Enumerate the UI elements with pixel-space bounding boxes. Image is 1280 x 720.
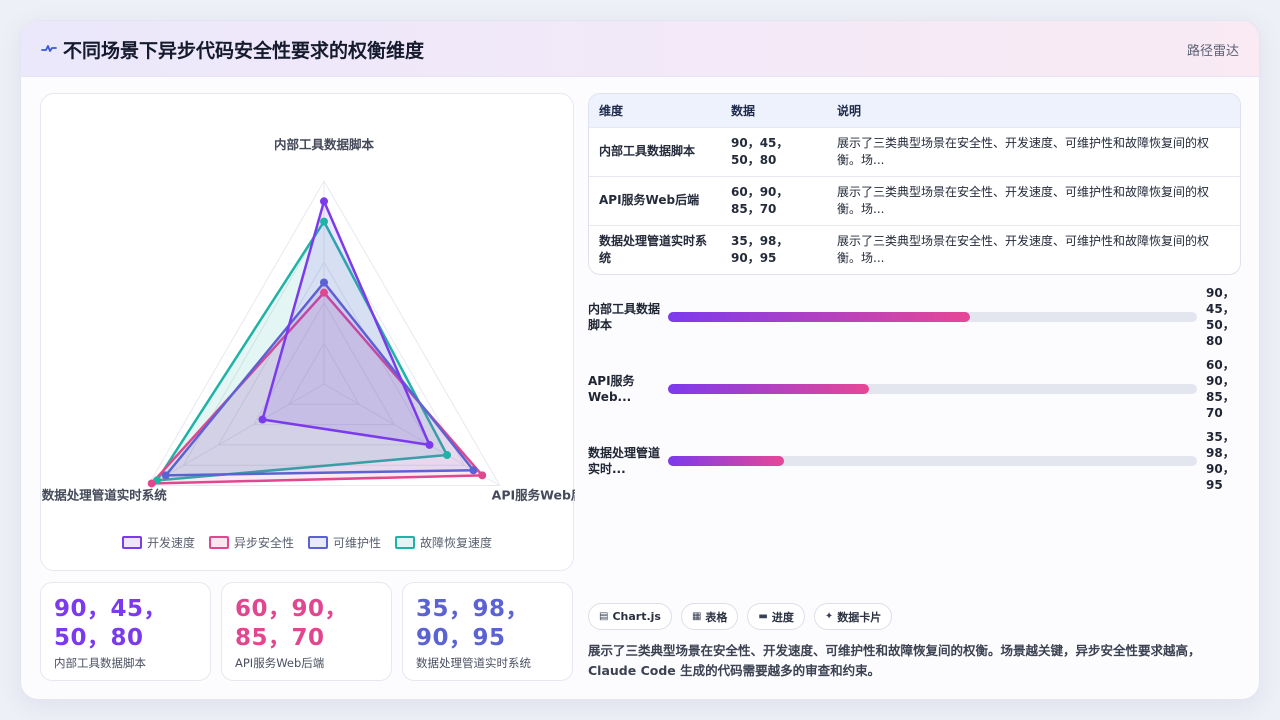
radar-point	[320, 288, 328, 297]
progress-value: 35， 98， 90， 95	[1206, 430, 1235, 492]
progress-track	[668, 456, 1197, 466]
radar-point	[443, 451, 452, 460]
progress-fill	[668, 384, 870, 394]
table-header-row: 维度 数据 说明	[589, 94, 1240, 127]
progress-row: 数据处理管道实时... 35， 98， 90， 95	[588, 429, 1241, 493]
kpi-card: 35，98，90，95 数据处理管道实时系统	[402, 582, 573, 681]
chip-label: 数据卡片	[837, 610, 882, 624]
kpi-value: 60，90，85，70	[235, 596, 349, 651]
progress-track	[668, 312, 1197, 322]
header: 不同场景下异步代码安全性要求的权衡维度 路径雷达	[21, 21, 1259, 77]
chart-description: 展示了三类典型场景在安全性、开发速度、可维护性和故障恢复间的权衡。场景越关键，异…	[588, 643, 1201, 678]
chip-label: 进度	[771, 610, 794, 624]
legend-item[interactable]: 异步安全性	[208, 534, 294, 551]
legend-swatch	[121, 536, 142, 549]
chip-label: 表格	[705, 610, 728, 624]
kpi-value: 90，45，50，80	[54, 596, 168, 651]
progress-row: 内部工具数据脚本 90， 45， 50， 80	[588, 285, 1241, 349]
legend-item[interactable]: 开发速度	[121, 534, 195, 551]
table-row: 数据处理管道实时系统 35，98，90，95 展示了三类典型场景在安全性、开发速…	[589, 225, 1240, 274]
progress-icon: ▬	[758, 611, 768, 622]
kpi-card: 60，90，85，70 API服务Web后端	[221, 582, 392, 681]
cell-data: 90，45，50，80	[731, 135, 789, 167]
cell-dimension: 数据处理管道实时系统	[599, 233, 708, 265]
progress-fill	[668, 312, 970, 322]
column-header-description: 说明	[837, 103, 862, 118]
kpi-label: 内部工具数据脚本	[54, 656, 146, 670]
legend-swatch	[208, 536, 229, 549]
legend-label: 可维护性	[333, 536, 382, 550]
legend-label: 异步安全性	[233, 536, 294, 550]
column-header-dimension: 维度	[599, 103, 624, 118]
cell-dimension: 内部工具数据脚本	[599, 144, 696, 158]
card-icon: ✦	[824, 611, 834, 622]
legend-label: 开发速度	[146, 536, 195, 550]
radar-point	[147, 479, 156, 488]
cell-description: 展示了三类典型场景在安全性、开发速度、可维护性和故障恢复间的权衡。场...	[837, 135, 1210, 167]
progress-row: API服务Web... 60， 90， 85， 70	[588, 357, 1241, 421]
radar-chart-panel: 内部工具数据脚本 API服务Web后端 数据处理管道实时系统 开发速度 异步安全性 可维…	[40, 93, 575, 571]
radar-point	[425, 440, 434, 449]
progress-value: 90， 45， 50， 80	[1206, 286, 1235, 348]
cell-description: 展示了三类典型场景在安全性、开发速度、可维护性和故障恢复间的权衡。场...	[837, 184, 1210, 216]
chip-label: Chart.js	[612, 610, 661, 623]
progress-label: 数据处理管道实时...	[588, 446, 661, 476]
pulse-line-icon	[41, 45, 57, 52]
page-title: 不同场景下异步代码安全性要求的权衡维度	[63, 40, 425, 62]
progress-value: 60， 90， 85， 70	[1206, 358, 1235, 420]
cell-data: 60，90，85，70	[731, 184, 789, 216]
progress-label: 内部工具数据脚本	[588, 302, 661, 332]
view-chips: ▤ Chart.js ▦ 表格 ▬ 进度 ✦ 数据卡片	[588, 603, 893, 630]
main-card: 不同场景下异步代码安全性要求的权衡维度 路径雷达 内部工具数据脚本 API服务We…	[20, 20, 1260, 700]
kpi-label: API服务Web后端	[235, 656, 325, 670]
chart-icon: ▤	[599, 611, 609, 622]
kpi-card: 90，45，50，80 内部工具数据脚本	[40, 582, 211, 681]
radar-point	[161, 471, 170, 480]
column-header-data: 数据	[731, 103, 756, 118]
legend-item[interactable]: 可维护性	[308, 534, 381, 551]
legend-item[interactable]: 故障恢复速度	[395, 534, 492, 551]
radar-point	[469, 466, 478, 475]
table-row: 内部工具数据脚本 90，45，50，80 展示了三类典型场景在安全性、开发速度、…	[589, 127, 1240, 176]
radar-axis-label: API服务Web后端	[492, 488, 575, 503]
radar-chart: 内部工具数据脚本 API服务Web后端 数据处理管道实时系统	[41, 137, 575, 503]
radar-point	[258, 415, 267, 424]
cell-description: 展示了三类典型场景在安全性、开发速度、可维护性和故障恢复间的权衡。场...	[837, 233, 1210, 265]
cell-dimension: API服务Web后端	[599, 193, 700, 207]
progress-fill	[668, 456, 785, 466]
chart-type-label: 路径雷达	[1186, 44, 1239, 59]
radar-point	[320, 278, 328, 287]
chip-chart[interactable]: ▤ Chart.js	[588, 603, 672, 630]
progress-track	[668, 384, 1197, 394]
legend-swatch	[395, 536, 416, 549]
legend-label: 故障恢复速度	[420, 536, 493, 550]
table-icon: ▦	[691, 611, 702, 622]
kpi-label: 数据处理管道实时系统	[416, 656, 531, 670]
kpi-value: 35，98，90，95	[416, 596, 530, 651]
data-table: 维度 数据 说明 内部工具数据脚本 90，45，50，80 展示了三类典型场景在…	[588, 93, 1241, 275]
radar-axis-label: 数据处理管道实时系统	[41, 488, 167, 503]
radar-point	[320, 197, 328, 206]
radar-axis-label: 内部工具数据脚本	[274, 137, 375, 152]
chip-table[interactable]: ▦ 表格	[680, 603, 739, 630]
progress-label: API服务Web...	[588, 374, 635, 404]
cell-data: 35，98，90，95	[731, 233, 789, 265]
chip-card[interactable]: ✦ 数据卡片	[813, 603, 893, 630]
table-row: API服务Web后端 60，90，85，70 展示了三类典型场景在安全性、开发速…	[589, 176, 1240, 225]
legend-swatch	[308, 536, 328, 549]
radar-point	[320, 217, 328, 226]
chip-progress[interactable]: ▬ 进度	[747, 603, 805, 630]
chart-legend: 开发速度 异步安全性 可维护性 故障恢复速度	[41, 534, 573, 551]
radar-point	[478, 471, 487, 480]
